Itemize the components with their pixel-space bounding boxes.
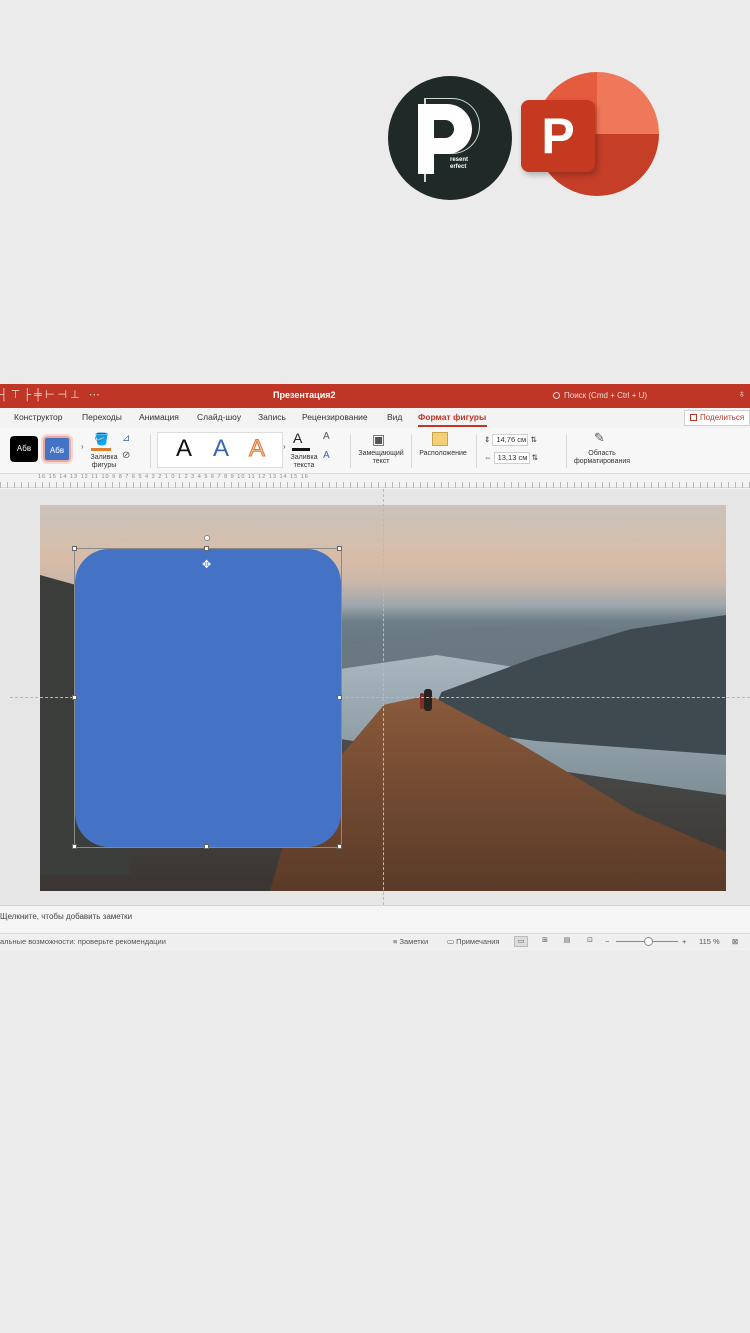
normal-view-icon[interactable]: ▭	[514, 936, 528, 947]
shape-style-blue[interactable]: Абв	[41, 434, 73, 464]
ribbon-tabs: Конструктор Переходы Анимация Слайд-шоу …	[0, 408, 750, 428]
arrange-icon[interactable]	[432, 432, 448, 446]
notes-toggle[interactable]: ≡ Заметки	[393, 937, 428, 946]
comments-toggle-label: Примечания	[456, 937, 500, 946]
zoom-in-icon[interactable]: +	[682, 937, 686, 946]
wordart-style-black[interactable]: A	[176, 436, 192, 462]
tab-slideshow[interactable]: Слайд-шоу	[197, 412, 241, 422]
paint-bucket-icon[interactable]: 🪣	[94, 432, 109, 446]
comments-toggle[interactable]: ▭ Примечания	[447, 937, 499, 946]
height-input[interactable]: 14,76 см	[492, 434, 529, 446]
width-field[interactable]: ⇔ 13,13 см ⇅	[484, 452, 538, 464]
slideshow-view-icon[interactable]: ⊡	[583, 936, 597, 947]
height-field[interactable]: ⇕ 14,76 см ⇅	[484, 434, 537, 446]
tab-transitions[interactable]: Переходы	[82, 412, 122, 422]
notes-toggle-label: Заметки	[399, 937, 429, 946]
resize-handle-bottom-left[interactable]	[72, 844, 77, 849]
resize-handle-top[interactable]	[204, 546, 209, 551]
resize-handle-bottom-right[interactable]	[337, 844, 342, 849]
text-fill-icon[interactable]: A	[293, 430, 302, 446]
arrange-label: Расположение	[419, 450, 467, 457]
share-label: Поделиться	[700, 413, 745, 422]
powerpoint-window: ┤⊤├╪⊢⊣⊥ ⋯ Презентация2 Поиск (Cmd + Ctrl…	[0, 384, 750, 950]
search-placeholder: Поиск (Cmd + Ctrl + U)	[564, 391, 648, 400]
zoom-level[interactable]: 115 %	[699, 937, 720, 946]
shape-outline-icon[interactable]: ⊿	[122, 433, 130, 444]
hikers-figure	[420, 689, 432, 711]
resize-handle-right[interactable]	[337, 695, 342, 700]
share-icon	[690, 414, 697, 421]
notes-placeholder: Щелкните, чтобы добавить заметки	[0, 912, 133, 921]
accessibility-status[interactable]: альные возможности: проверьте рекомендац…	[0, 937, 166, 946]
tab-record[interactable]: Запись	[258, 412, 286, 422]
alt-text-label: Замещающий текст	[358, 450, 404, 465]
move-cursor-icon: ✥	[202, 559, 212, 571]
reading-view-icon[interactable]: ▤	[560, 936, 574, 947]
tab-animations[interactable]: Анимация	[139, 412, 179, 422]
wordart-style-orange[interactable]: A	[248, 435, 265, 462]
status-bar: альные возможности: проверьте рекомендац…	[0, 933, 750, 949]
resize-handle-left[interactable]	[72, 695, 77, 700]
vertical-guide	[383, 489, 384, 905]
zoom-out-icon[interactable]: −	[605, 937, 609, 946]
resize-handle-top-right[interactable]	[337, 546, 342, 551]
shape-fill-label: Заливка фигуры	[90, 454, 118, 469]
ruler-numbers: 16 15 14 13 12 11 10 9 8 7 6 5 4 3 2 1 0…	[38, 474, 309, 480]
tab-design[interactable]: Конструктор	[14, 412, 62, 422]
rotate-handle[interactable]	[204, 535, 210, 541]
text-fill-color-bar	[292, 448, 310, 451]
slide-sorter-icon[interactable]: ⊞	[538, 936, 552, 947]
fill-color-bar	[91, 448, 111, 451]
format-pane-icon[interactable]: ✎	[594, 430, 605, 446]
slide-canvas[interactable]: ✥	[0, 489, 750, 905]
align-toolbar-icons[interactable]: ┤⊤├╪⊢⊣⊥ ⋯	[0, 388, 103, 401]
alt-text-icon[interactable]: ▣	[372, 431, 385, 448]
present-effect-logo: resent erfect	[388, 76, 512, 200]
notes-pane[interactable]: Щелкните, чтобы добавить заметки	[0, 905, 750, 933]
people-icon[interactable]: ♁	[738, 389, 746, 400]
horizontal-ruler: 16 15 14 13 12 11 10 9 8 7 6 5 4 3 2 1 0…	[0, 474, 750, 488]
text-outline-icon[interactable]: A	[323, 431, 330, 442]
tab-shape-format[interactable]: Формат фигуры	[418, 412, 486, 422]
format-pane-label: Область форматирования	[573, 450, 631, 465]
title-bar: ┤⊤├╪⊢⊣⊥ ⋯ Презентация2 Поиск (Cmd + Ctrl…	[0, 384, 750, 408]
more-styles-icon[interactable]: ›	[81, 442, 84, 451]
selection-frame	[74, 548, 342, 848]
active-tab-indicator	[418, 425, 487, 427]
shape-effects-icon[interactable]: ⊘	[122, 450, 130, 461]
width-input[interactable]: 13,13 см	[493, 452, 530, 464]
shape-style-dark[interactable]: Абв	[10, 436, 38, 462]
text-effects-icon[interactable]: A	[323, 450, 330, 461]
wordart-style-blue[interactable]: A	[213, 436, 229, 462]
share-button[interactable]: Поделиться	[684, 410, 750, 426]
tab-review[interactable]: Рецензирование	[302, 412, 368, 422]
resize-handle-top-left[interactable]	[72, 546, 77, 551]
text-fill-label: Заливка текста	[290, 454, 318, 469]
fit-to-window-icon[interactable]: ⊠	[732, 937, 738, 946]
ribbon: Абв Абв › 🪣 Заливка фигуры ⊿ ⊘ A A A › A…	[0, 428, 750, 474]
more-wordart-icon[interactable]: ›	[283, 442, 286, 451]
document-title: Презентация2	[273, 390, 336, 400]
search-icon	[553, 392, 560, 399]
zoom-slider-thumb[interactable]	[644, 937, 653, 946]
resize-handle-bottom[interactable]	[204, 844, 209, 849]
search-box[interactable]: Поиск (Cmd + Ctrl + U)	[553, 388, 743, 404]
powerpoint-logo: P	[521, 72, 659, 200]
tab-view[interactable]: Вид	[387, 412, 402, 422]
